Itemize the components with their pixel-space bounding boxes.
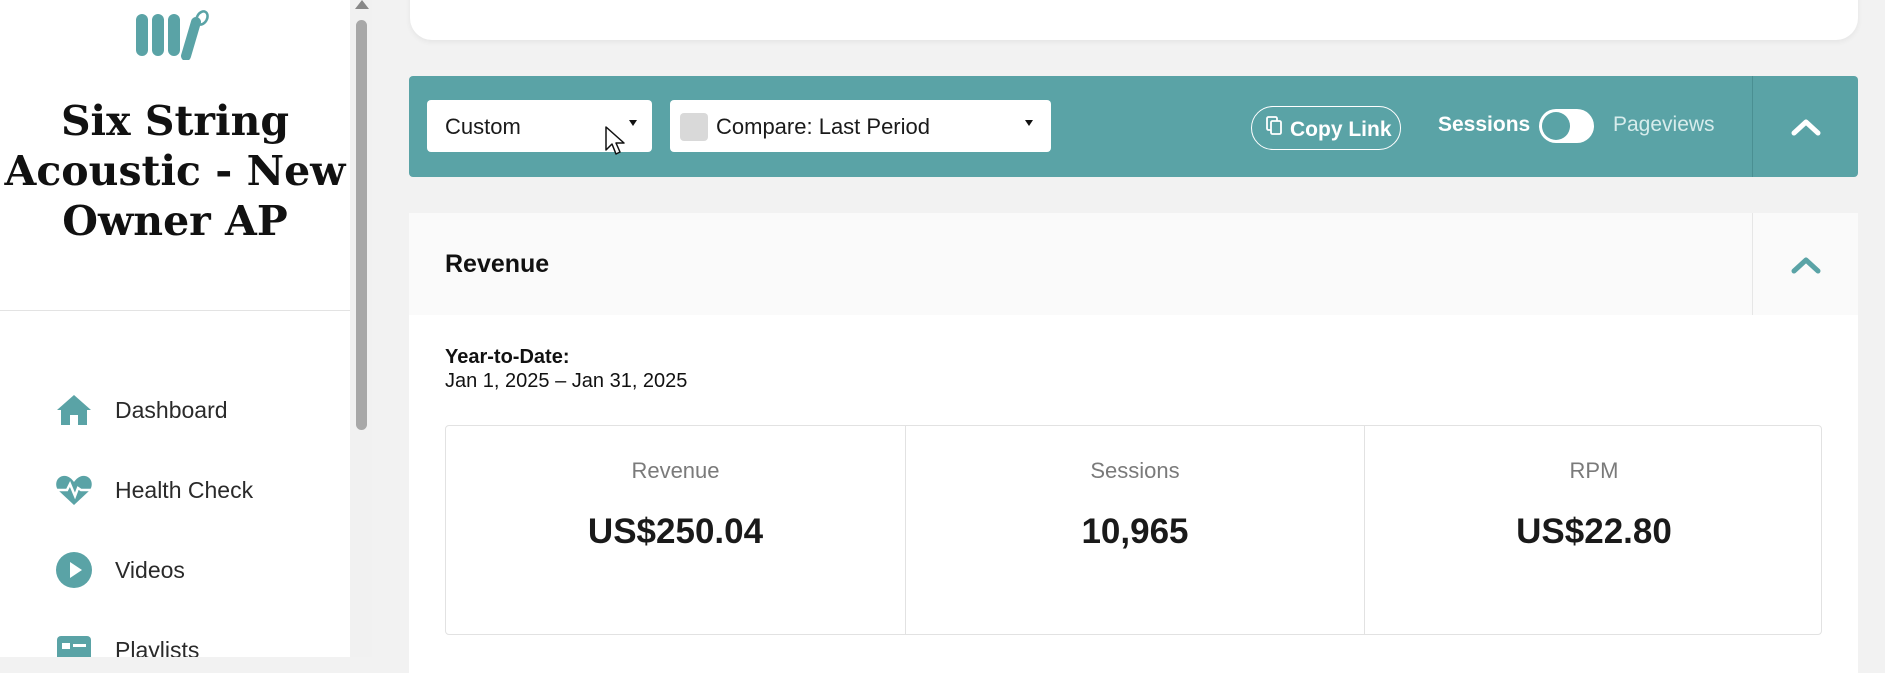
main-content: Custom Compare: Last Period Copy Link Se…	[372, 0, 1885, 673]
home-icon	[54, 390, 94, 430]
sidebar-item-playlists[interactable]: Playlists	[0, 620, 350, 657]
brand-logo-icon	[136, 10, 209, 60]
chevron-up-icon	[1791, 257, 1821, 274]
copy-link-label: Copy Link	[1290, 118, 1392, 141]
metric-label: RPM	[1569, 458, 1619, 483]
copy-icon	[1266, 116, 1282, 135]
metric-value: US$250.04	[587, 512, 764, 551]
chevron-up-icon	[1791, 119, 1821, 136]
period-range: Jan 1, 2025 – Jan 31, 2025	[445, 370, 688, 392]
caret-down-icon	[629, 120, 637, 126]
date-range-select-value: Custom	[445, 114, 521, 139]
filter-toolbar: Custom Compare: Last Period Copy Link Se…	[409, 76, 1858, 177]
toggle-sessions-label: Sessions	[1438, 113, 1531, 136]
metrics-summary: Revenue US$250.04 Sessions 10,965 RPM US…	[445, 425, 1822, 635]
revenue-collapse-button[interactable]	[1753, 213, 1858, 315]
caret-down-icon	[1025, 120, 1033, 126]
metric-value: US$22.80	[1516, 512, 1672, 551]
toggle-knob	[1542, 112, 1570, 140]
revenue-panel: Revenue Year-to-Date: Jan 1, 2025 – Jan …	[409, 213, 1858, 673]
panel-title: Revenue	[445, 250, 550, 278]
sidebar-divider	[0, 310, 350, 311]
toggle-pageviews-label: Pageviews	[1613, 113, 1715, 136]
metric-sessions: Sessions 10,965	[905, 426, 1364, 634]
metric-label: Sessions	[1090, 458, 1180, 483]
compare-color-swatch	[680, 113, 708, 141]
top-card	[410, 0, 1858, 40]
sidebar-item-health-check[interactable]: Health Check	[0, 460, 350, 520]
sidebar: Six String Acoustic - New Owner AP Dashb…	[0, 0, 350, 657]
metric-revenue: Revenue US$250.04	[446, 426, 905, 634]
heartbeat-icon	[54, 470, 94, 510]
metric-label: Revenue	[631, 458, 720, 483]
toolbar-collapse-button[interactable]	[1753, 76, 1858, 177]
compare-select-value: Compare: Last Period	[716, 114, 930, 139]
sessions-pageviews-toggle[interactable]	[1539, 109, 1594, 143]
revenue-panel-header: Revenue	[409, 213, 1858, 315]
compare-select[interactable]: Compare: Last Period	[670, 100, 1051, 152]
sidebar-item-label: Videos	[115, 556, 185, 583]
scroll-up-arrow-icon[interactable]	[355, 0, 369, 9]
copy-link-button[interactable]: Copy Link	[1251, 106, 1401, 150]
sidebar-item-label: Dashboard	[115, 396, 228, 423]
site-title: Six String Acoustic - New Owner AP	[4, 97, 346, 245]
sidebar-item-label: Playlists	[115, 636, 200, 658]
sidebar-item-videos[interactable]: Videos	[0, 540, 350, 600]
period-label: Year-to-Date:	[445, 346, 570, 368]
metric-rpm: RPM US$22.80	[1364, 426, 1823, 634]
metric-value: 10,965	[1081, 512, 1189, 551]
mouse-pointer-icon	[605, 126, 625, 155]
play-circle-icon	[54, 550, 94, 590]
playlist-card-icon	[54, 630, 94, 657]
sidebar-item-dashboard[interactable]: Dashboard	[0, 380, 350, 440]
sidebar-item-label: Health Check	[115, 476, 254, 503]
scrollbar-thumb[interactable]	[356, 20, 367, 430]
